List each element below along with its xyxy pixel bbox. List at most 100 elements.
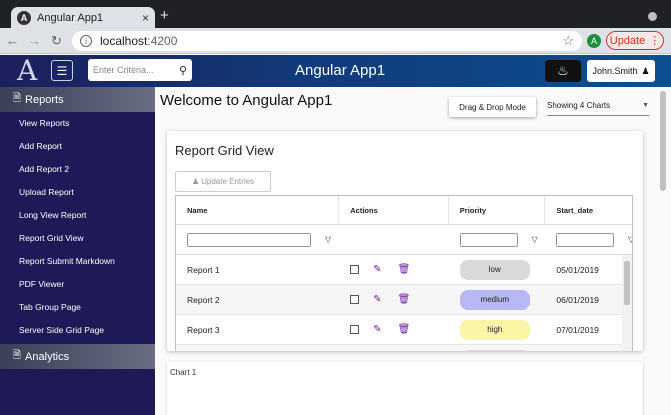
edit-pencil-icon[interactable]: ✎ bbox=[373, 294, 381, 305]
report-grid-card: Report Grid View ♟ Update Entries Name A… bbox=[167, 131, 643, 351]
column-header-start-date[interactable]: Start_date bbox=[545, 196, 632, 224]
sidebar-item-tab-group-page[interactable]: Tab Group Page bbox=[0, 296, 155, 319]
filter-icon[interactable]: ▽ bbox=[532, 235, 538, 244]
hamburger-menu-icon[interactable]: ☰ bbox=[51, 60, 73, 81]
report-grid: Name Actions Priority Start_date ▽ ▽ ▽ bbox=[175, 195, 633, 351]
browser-tab[interactable]: A Angular App1 × bbox=[11, 7, 155, 28]
document-icon: 🗎 bbox=[13, 93, 22, 104]
column-header-actions[interactable]: Actions bbox=[339, 196, 449, 224]
tab-title: Angular App1 bbox=[37, 11, 104, 24]
filter-icon[interactable]: ▽ bbox=[325, 235, 331, 244]
sidebar-item-add-report[interactable]: Add Report bbox=[0, 135, 155, 158]
name-filter-input[interactable] bbox=[187, 232, 311, 247]
grid-header-row: Name Actions Priority Start_date bbox=[176, 196, 632, 225]
section-label: Reports bbox=[25, 93, 64, 106]
start-date-cell: 06/01/2019 bbox=[556, 294, 599, 305]
delete-trash-icon[interactable]: 🗑 bbox=[398, 264, 411, 275]
card-title: Report Grid View bbox=[175, 143, 274, 158]
edit-pencil-icon[interactable]: ✎ bbox=[373, 264, 381, 275]
row-checkbox[interactable] bbox=[350, 325, 360, 334]
update-entries-button[interactable]: ♟ Update Entries bbox=[175, 171, 271, 192]
user-menu-button[interactable]: John.Smith ♟ bbox=[587, 60, 655, 82]
chart-card: Chart 1 bbox=[167, 362, 643, 415]
search-input[interactable] bbox=[93, 65, 173, 75]
priority-badge: medium bbox=[459, 289, 530, 310]
sidebar-item-view-reports[interactable]: View Reports bbox=[0, 112, 155, 135]
sidebar-section-analytics[interactable]: 🗎 Analytics bbox=[0, 344, 155, 369]
grid-scrollbar[interactable] bbox=[622, 255, 632, 351]
column-header-priority[interactable]: Priority bbox=[449, 196, 546, 224]
reload-icon[interactable]: ↻ bbox=[47, 31, 66, 50]
sidebar-item-long-view-report[interactable]: Long View Report bbox=[0, 204, 155, 227]
section-label: Analytics bbox=[25, 350, 70, 363]
start-date-cell: 07/01/2019 bbox=[556, 324, 599, 335]
angular-favicon-icon: A bbox=[17, 10, 31, 25]
priority-badge: high bbox=[459, 319, 530, 340]
start-date-cell: 05/01/2019 bbox=[556, 264, 599, 275]
browser-tab-bar: A Angular App1 × + bbox=[0, 0, 671, 28]
window-menu-icon[interactable] bbox=[648, 12, 657, 21]
start-date-filter-input[interactable] bbox=[556, 232, 614, 247]
browser-update-button[interactable]: Update ⋮ bbox=[606, 31, 664, 50]
drag-drop-mode-button[interactable]: Drag & Drop Mode bbox=[449, 97, 536, 117]
new-tab-icon[interactable]: + bbox=[160, 7, 169, 24]
sidebar-item-add-report-2[interactable]: Add Report 2 bbox=[0, 158, 155, 181]
sidebar-item-server-side-grid-page[interactable]: Server Side Grid Page bbox=[0, 319, 155, 342]
document-icon: 🗎 bbox=[13, 350, 22, 361]
sidebar: 🗎 Reports View Reports Add Report Add Re… bbox=[0, 87, 155, 415]
update-entries-label: Update Entries bbox=[201, 177, 255, 186]
report-name-cell: Report 1 bbox=[187, 264, 220, 275]
page-scrollbar[interactable] bbox=[660, 91, 666, 191]
charts-count-select[interactable]: Showing 4 Charts ▼ bbox=[547, 96, 649, 116]
report-name-cell: Report 3 bbox=[187, 324, 220, 335]
priority-badge: low bbox=[459, 259, 530, 280]
search-box: ⚲ bbox=[88, 59, 192, 81]
table-row[interactable]: Report 2 ✎ 🗑 medium 06/01/2019 bbox=[176, 285, 632, 315]
profile-avatar[interactable]: A bbox=[587, 34, 601, 48]
url-port: :4200 bbox=[147, 34, 178, 48]
priority-filter-input[interactable] bbox=[459, 232, 518, 247]
angular-logo: A bbox=[17, 54, 38, 87]
sidebar-item-pdf-viewer[interactable]: PDF Viewer bbox=[0, 273, 155, 296]
site-info-icon[interactable]: i bbox=[80, 35, 92, 47]
charts-selected-value: Showing 4 Charts bbox=[547, 101, 611, 110]
grid-scrollbar-thumb[interactable] bbox=[624, 261, 630, 305]
back-arrow-icon[interactable]: ← bbox=[3, 31, 22, 50]
browser-toolbar: ← → ↻ i localhost :4200 ☆ A Update ⋮ bbox=[0, 28, 671, 54]
person-icon: ♟ bbox=[191, 177, 200, 186]
sidebar-section-reports[interactable]: 🗎 Reports bbox=[0, 87, 155, 112]
delete-trash-icon[interactable]: 🗑 bbox=[398, 324, 411, 335]
sidebar-item-upload-report[interactable]: Upload Report bbox=[0, 181, 155, 204]
table-row[interactable] bbox=[176, 345, 632, 351]
search-icon[interactable]: ⚲ bbox=[179, 64, 187, 77]
table-row[interactable]: Report 3 ✎ 🗑 high 07/01/2019 bbox=[176, 315, 632, 345]
dropdown-arrow-icon: ▼ bbox=[642, 102, 649, 109]
more-vert-icon: ⋮ bbox=[649, 35, 661, 47]
row-checkbox[interactable] bbox=[350, 295, 360, 304]
user-name: John.Smith bbox=[592, 66, 638, 76]
main-content: Welcome to Angular App1 Drag & Drop Mode… bbox=[155, 87, 671, 415]
priority-badge-partial bbox=[461, 349, 531, 351]
update-label: Update bbox=[609, 34, 646, 47]
app-title: Angular App1 bbox=[295, 62, 386, 79]
sidebar-item-report-grid-view[interactable]: Report Grid View bbox=[0, 227, 155, 250]
sidebar-item-report-submit-markdown[interactable]: Report Submit Markdown bbox=[0, 250, 155, 273]
column-header-name[interactable]: Name bbox=[176, 196, 340, 224]
delete-trash-icon[interactable]: 🗑 bbox=[398, 294, 411, 305]
chart-card-title: Chart 1 bbox=[170, 368, 197, 377]
address-bar[interactable]: i localhost :4200 ☆ bbox=[72, 31, 582, 51]
row-checkbox[interactable] bbox=[350, 265, 360, 274]
edit-pencil-icon[interactable]: ✎ bbox=[373, 324, 381, 335]
forward-arrow-icon[interactable]: → bbox=[25, 31, 44, 50]
report-name-cell: Report 2 bbox=[187, 294, 220, 305]
bookmark-star-icon[interactable]: ☆ bbox=[562, 33, 574, 49]
filter-icon[interactable]: ▽ bbox=[628, 235, 632, 244]
app-header: A ☰ ⚲ Angular App1 ♨ John.Smith ♟ bbox=[0, 55, 671, 87]
close-tab-icon[interactable]: × bbox=[142, 11, 149, 25]
person-icon: ♟ bbox=[641, 65, 650, 76]
grid-filter-row: ▽ ▽ ▽ bbox=[176, 225, 632, 255]
page-title: Welcome to Angular App1 bbox=[160, 92, 333, 109]
table-row[interactable]: Report 1 ✎ 🗑 low 05/01/2019 bbox=[176, 255, 632, 285]
theme-paint-bucket-icon[interactable]: ♨ bbox=[545, 60, 581, 82]
url-host: localhost bbox=[100, 34, 148, 48]
